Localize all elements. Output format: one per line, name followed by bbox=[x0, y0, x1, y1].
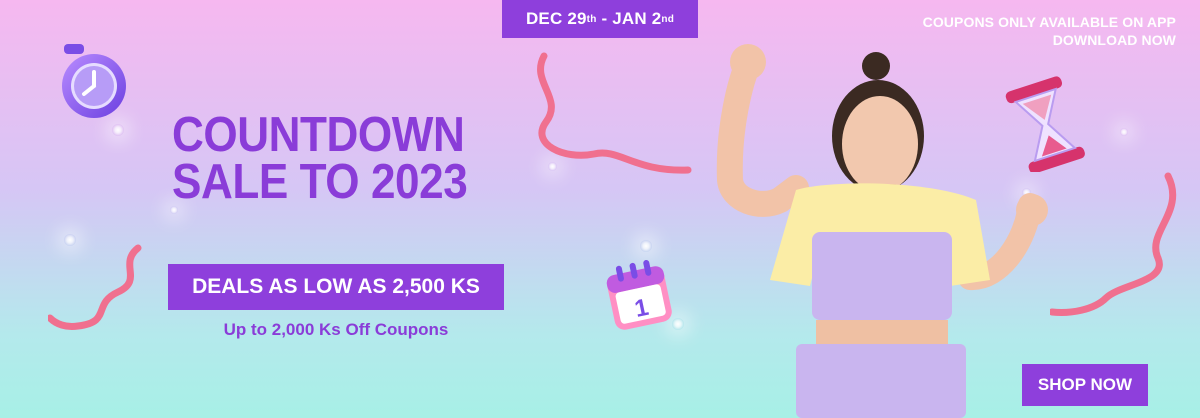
coupon-offer-text: Up to 2,000 Ks Off Coupons bbox=[223, 320, 449, 339]
sparkle-icon bbox=[1120, 128, 1128, 136]
model-photo bbox=[716, 44, 1048, 418]
date-end-suffix: nd bbox=[661, 13, 675, 25]
ribbon-streamer-icon bbox=[537, 52, 692, 174]
date-start: DEC 29 bbox=[525, 9, 587, 28]
promo-banner[interactable]: 1 DEC 29th - JAN 2 nd COUPONS ONLY AVAIL… bbox=[0, 0, 1200, 418]
coupon-note-line1: COUPONS ONLY AVAILABLE ON APP bbox=[922, 14, 1176, 30]
date-range-tag: DEC 29th - JAN 2nd bbox=[502, 0, 698, 38]
calendar-icon: 1 bbox=[606, 259, 672, 330]
sparkle-icon bbox=[640, 240, 652, 252]
coupon-note-line2[interactable]: DOWNLOAD NOW bbox=[923, 31, 1176, 49]
headline-line1: COUNTDOWN bbox=[172, 108, 465, 162]
deal-price-bar: DEALS AS LOW AS 2,500 KS bbox=[168, 264, 504, 310]
ribbon-streamer-icon bbox=[48, 244, 142, 330]
ribbon-streamer-icon bbox=[1050, 172, 1177, 316]
sale-headline: COUNTDOWN SALE TO 2023 bbox=[172, 108, 478, 209]
sparkle-icon bbox=[112, 124, 124, 136]
shop-now-button[interactable]: SHOP NOW bbox=[1022, 364, 1148, 406]
coupon-app-note[interactable]: COUPONS ONLY AVAILABLE ON APP DOWNLOAD N… bbox=[923, 13, 1176, 49]
date-start-suffix: th bbox=[586, 13, 597, 25]
clock-icon bbox=[62, 44, 126, 118]
date-separator: - bbox=[596, 9, 613, 28]
date-end: JAN 2 bbox=[612, 9, 662, 28]
headline-line2: SALE TO 2023 bbox=[172, 155, 468, 209]
